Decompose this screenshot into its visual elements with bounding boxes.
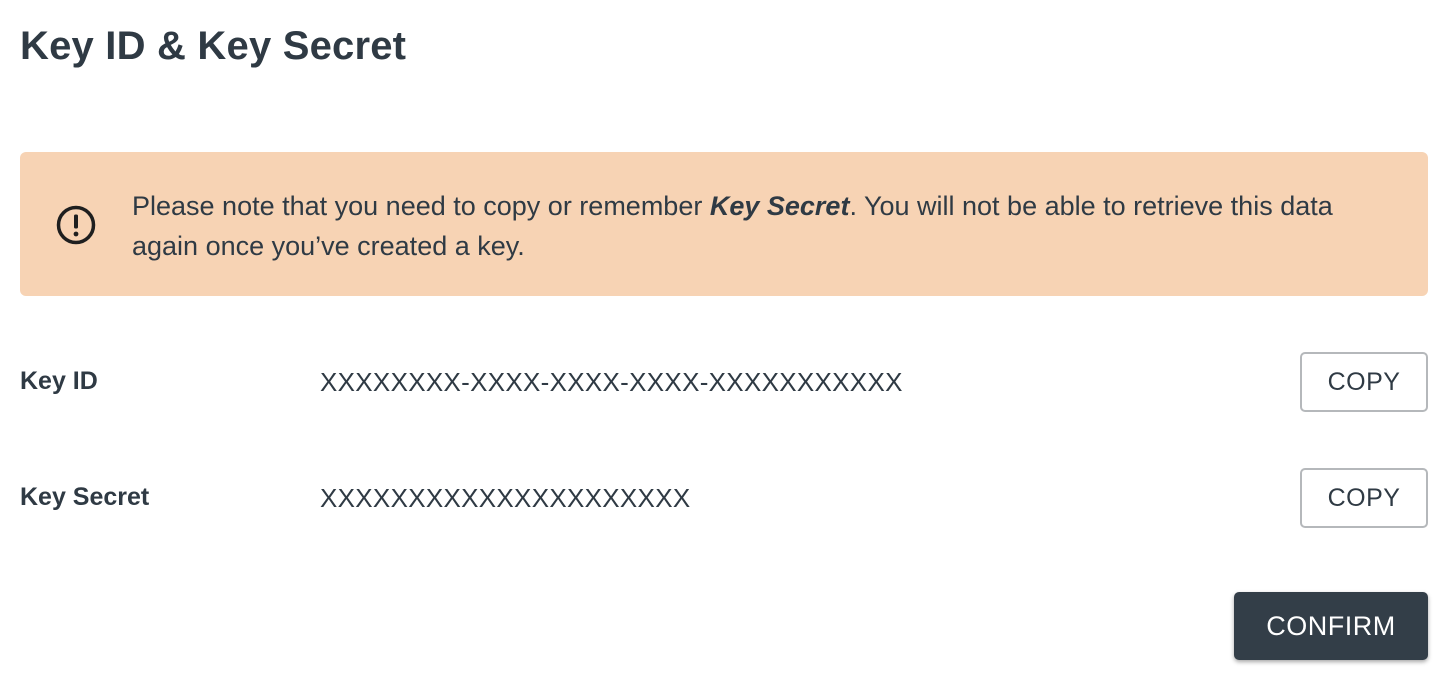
- exclamation-circle-icon: [56, 205, 96, 245]
- key-secret-value: XXXXXXXXXXXXXXXXXXXXX: [320, 483, 691, 513]
- notice-message: Please note that you need to copy or rem…: [132, 186, 1392, 266]
- copy-key-id-button[interactable]: COPY: [1300, 352, 1428, 412]
- key-id-value: XXXXXXXX-XXXX-XXXX-XXXX-XXXXXXXXXXX: [320, 367, 903, 397]
- warning-notice: Please note that you need to copy or rem…: [20, 152, 1428, 296]
- key-secret-label: Key Secret: [20, 483, 150, 511]
- notice-text-before: Please note that you need to copy or rem…: [132, 191, 710, 221]
- copy-key-secret-button[interactable]: COPY: [1300, 468, 1428, 528]
- key-id-label: Key ID: [20, 367, 98, 395]
- notice-text-emphasis: Key Secret: [709, 191, 850, 221]
- confirm-button[interactable]: CONFIRM: [1234, 592, 1428, 660]
- dialog-title: Key ID & Key Secret: [20, 24, 407, 68]
